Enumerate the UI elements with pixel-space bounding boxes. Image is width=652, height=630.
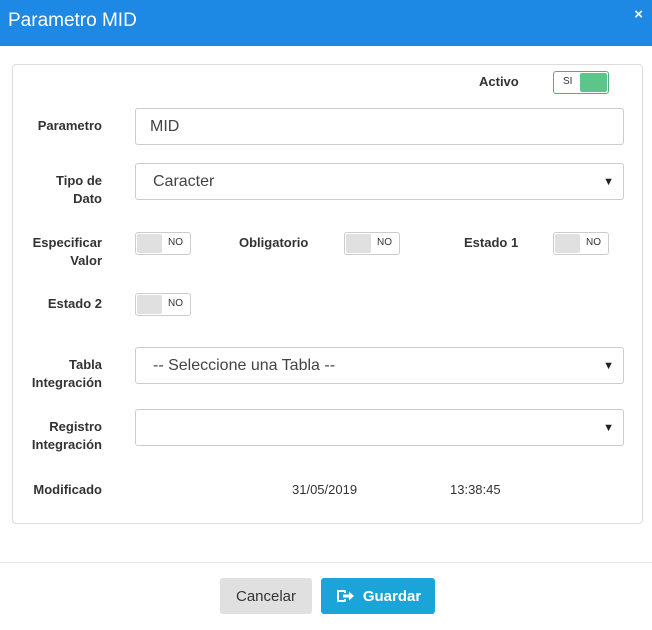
- obligatorio-label: Obligatorio: [239, 235, 309, 250]
- toggle-knob: [580, 73, 607, 92]
- chevron-down-icon: ▼: [603, 421, 614, 434]
- tipo-dato-select[interactable]: Caracter ▼: [135, 163, 624, 200]
- activo-toggle[interactable]: SI: [553, 71, 609, 94]
- activo-label: Activo: [479, 74, 519, 89]
- modificado-date: 31/05/2019: [292, 482, 358, 497]
- especificar-valor-label: Especificar Valor: [20, 234, 102, 270]
- cancel-label: Cancelar: [235, 587, 297, 605]
- toggle-text: NO: [586, 237, 601, 248]
- toggle-knob: [137, 234, 162, 253]
- estado1-label: Estado 1: [464, 235, 519, 250]
- tipo-dato-value: Caracter: [153, 172, 215, 190]
- tipo-dato-label-line1: Tipo de: [56, 173, 102, 188]
- toggle-text: NO: [168, 298, 183, 309]
- footer-divider: [0, 562, 652, 563]
- especificar-valor-toggle[interactable]: NO: [135, 232, 191, 255]
- dialog-header: Parametro MID ×: [0, 0, 652, 46]
- modificado-time: 13:38:45: [450, 482, 501, 497]
- estado2-label: Estado 2: [47, 296, 102, 311]
- toggle-text: NO: [168, 237, 183, 248]
- registro-integracion-label-line1: Registro: [49, 419, 102, 434]
- toggle-text: SI: [563, 76, 573, 87]
- modificado-label: Modificado: [33, 482, 102, 497]
- save-button[interactable]: Guardar: [321, 578, 435, 614]
- chevron-down-icon: ▼: [603, 175, 614, 188]
- parametro-input[interactable]: MID: [135, 108, 624, 145]
- save-arrow-icon: [336, 590, 354, 602]
- chevron-down-icon: ▼: [603, 359, 614, 372]
- obligatorio-toggle[interactable]: NO: [344, 232, 400, 255]
- tipo-dato-label-line2: Dato: [73, 191, 102, 206]
- tabla-integracion-value: -- Seleccione una Tabla --: [153, 356, 336, 374]
- registro-integracion-label: Registro Integración: [20, 418, 102, 454]
- registro-integracion-select[interactable]: ▼: [135, 409, 624, 446]
- especificar-valor-label-line2: Valor: [70, 253, 102, 268]
- estado1-toggle[interactable]: NO: [553, 232, 609, 255]
- toggle-knob: [346, 234, 371, 253]
- registro-integracion-label-line2: Integración: [31, 437, 102, 452]
- close-icon[interactable]: ×: [634, 6, 643, 23]
- tabla-integracion-select[interactable]: -- Seleccione una Tabla -- ▼: [135, 347, 624, 384]
- especificar-valor-label-line1: Especificar: [32, 235, 102, 250]
- dialog-title: Parametro MID: [8, 10, 137, 31]
- parametro-value: MID: [150, 117, 180, 135]
- toggle-knob: [137, 295, 162, 314]
- tabla-integracion-label-line2: Integración: [31, 375, 102, 390]
- tipo-dato-label: Tipo de Dato: [20, 172, 102, 208]
- save-label: Guardar: [362, 587, 422, 605]
- estado2-toggle[interactable]: NO: [135, 293, 191, 316]
- tabla-integracion-label: Tabla Integración: [20, 356, 102, 392]
- tabla-integracion-label-line1: Tabla: [69, 357, 102, 372]
- toggle-knob: [555, 234, 580, 253]
- toggle-text: NO: [377, 237, 392, 248]
- cancel-button[interactable]: Cancelar: [220, 578, 312, 614]
- parametro-label: Parametro: [37, 118, 102, 133]
